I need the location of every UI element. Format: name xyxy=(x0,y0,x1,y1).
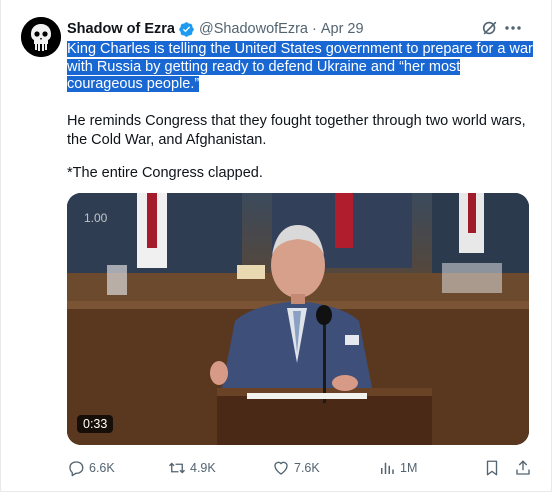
display-name[interactable]: Shadow of Ezra xyxy=(67,21,175,37)
tweet-header: Shadow of Ezra @ShadowofEzra · Apr 29 xyxy=(67,18,537,40)
view-count: 1M xyxy=(400,461,418,475)
playback-speed-label: 1.00 xyxy=(84,211,108,225)
repost-button[interactable]: 4.9K xyxy=(168,458,216,478)
reply-button[interactable]: 6.6K xyxy=(67,458,115,478)
bookmark-button[interactable] xyxy=(483,458,505,478)
heart-icon xyxy=(274,461,288,475)
more-dots-icon[interactable] xyxy=(503,18,523,38)
selected-text: King Charles is telling the United State… xyxy=(67,41,533,92)
avatar[interactable] xyxy=(21,17,61,57)
views-button[interactable]: 1M xyxy=(378,458,417,478)
tweet-text-highlighted: King Charles is telling the United State… xyxy=(67,41,537,94)
user-handle[interactable]: @ShadowofEzra xyxy=(199,21,308,37)
bookmark-icon xyxy=(486,460,498,476)
action-bar: 6.6K 4.9K 7.6K 1M xyxy=(67,458,537,478)
repost-count: 4.9K xyxy=(190,461,216,475)
video-duration-badge: 0:33 xyxy=(77,415,114,433)
tweet-border-left xyxy=(0,0,1,492)
share-button[interactable] xyxy=(514,458,536,478)
reply-icon xyxy=(69,461,84,477)
like-button[interactable]: 7.6K xyxy=(272,458,320,478)
tweet-text-paragraph: He reminds Congress that they fought tog… xyxy=(67,113,526,148)
verified-badge-icon xyxy=(178,21,195,38)
grok-icon[interactable] xyxy=(481,19,499,37)
post-date[interactable]: Apr 29 xyxy=(321,21,364,37)
share-icon xyxy=(516,460,530,475)
reply-count: 6.6K xyxy=(89,461,115,475)
separator-dot: · xyxy=(312,21,317,37)
tweet-text-paragraph: *The entire Congress clapped. xyxy=(67,165,263,181)
video-frame xyxy=(67,193,529,445)
skull-emblem-icon xyxy=(21,17,61,57)
video-player[interactable]: 1.00 0:33 xyxy=(67,193,529,445)
repost-icon xyxy=(169,462,185,474)
views-chart-icon xyxy=(381,462,394,474)
like-count: 7.6K xyxy=(294,461,320,475)
